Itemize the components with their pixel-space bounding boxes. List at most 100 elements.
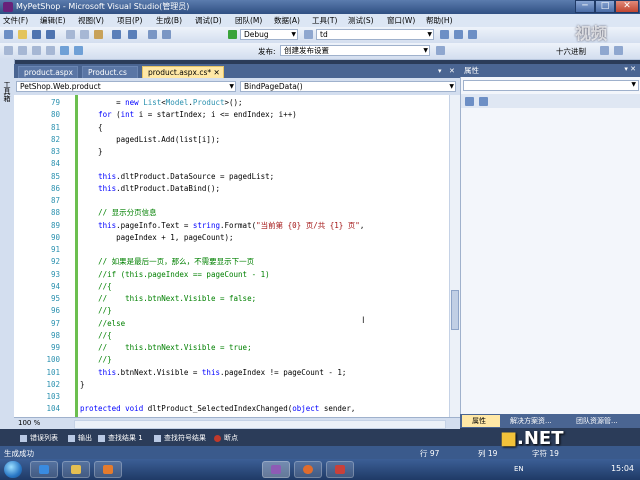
solution-explorer-icon[interactable] bbox=[454, 30, 463, 39]
toolbox-tab[interactable]: 工具箱 bbox=[2, 81, 12, 102]
code-line[interactable]: } bbox=[80, 379, 85, 391]
publish-web-icon[interactable] bbox=[436, 46, 445, 55]
taskbar-media[interactable] bbox=[94, 461, 122, 478]
undo-icon[interactable] bbox=[112, 30, 121, 39]
tab-properties[interactable]: 属性 bbox=[462, 415, 500, 427]
tab-product-aspx-cs[interactable]: product.aspx.cs* ✕ bbox=[142, 66, 224, 78]
save-icon[interactable] bbox=[32, 30, 41, 39]
code-line[interactable]: for (int i = startIndex; i <= endIndex; … bbox=[80, 109, 297, 121]
code-line[interactable]: this.dltProduct.DataSource = pagedList; bbox=[80, 171, 274, 183]
find-combo[interactable]: td ▼ bbox=[316, 29, 434, 40]
tab-find-symbol-results[interactable]: 查找符号结果 bbox=[154, 433, 206, 444]
menu-test[interactable]: 测试(S) bbox=[348, 15, 374, 26]
tab-product-cs[interactable]: Product.cs bbox=[82, 66, 138, 78]
taskbar-visual-studio[interactable] bbox=[262, 461, 290, 478]
solution-configuration-combo[interactable]: Debug ▼ bbox=[240, 29, 298, 40]
copy-icon[interactable] bbox=[80, 30, 89, 39]
comment-icon[interactable] bbox=[4, 46, 13, 55]
code-editor[interactable]: 79 80 81 82 83 84 85 86 87 88 89 90 91 92 93 94 95 96 97 98… bbox=[14, 95, 460, 417]
close-tab-icon[interactable]: ✕ bbox=[214, 68, 220, 77]
taskbar-firefox[interactable] bbox=[294, 461, 322, 478]
code-line[interactable]: //{ bbox=[80, 281, 112, 293]
new-project-icon[interactable] bbox=[4, 30, 13, 39]
horizontal-scrollbar[interactable] bbox=[74, 420, 446, 429]
code-line[interactable]: this.pageInfo.Text = string.Format("当前第 … bbox=[80, 220, 364, 232]
properties-window-icon[interactable] bbox=[468, 30, 477, 39]
bookmark-icon[interactable] bbox=[60, 46, 69, 55]
debug-window-icon[interactable] bbox=[600, 46, 609, 55]
code-line[interactable]: protected void dltProduct_SelectedIndexC… bbox=[80, 403, 355, 415]
taskbar-app[interactable] bbox=[326, 461, 354, 478]
code-line[interactable]: // this.btnNext.Visible = false; bbox=[80, 293, 256, 305]
tab-error-list[interactable]: 错误列表 bbox=[20, 433, 58, 444]
clock[interactable]: 15:04 bbox=[611, 464, 634, 473]
paste-icon[interactable] bbox=[94, 30, 103, 39]
panel-pin-icon[interactable]: ▾ ✕ bbox=[624, 65, 636, 73]
object-selector-combo[interactable]: ▼ bbox=[463, 80, 639, 91]
find-in-files-icon[interactable] bbox=[440, 30, 449, 39]
menu-edit[interactable]: 编辑(E) bbox=[40, 15, 66, 26]
menu-view[interactable]: 视图(V) bbox=[78, 15, 104, 26]
code-line[interactable]: //} bbox=[80, 305, 112, 317]
menu-data[interactable]: 数据(A) bbox=[274, 15, 300, 26]
code-line[interactable]: //{ bbox=[80, 330, 112, 342]
vertical-scrollbar[interactable] bbox=[449, 95, 460, 417]
code-line[interactable]: pageIndex + 1, pageCount); bbox=[80, 232, 233, 244]
navigate-forward-icon[interactable] bbox=[162, 30, 171, 39]
tab-team-explorer[interactable]: 团队资源管... bbox=[566, 415, 618, 427]
menu-build[interactable]: 生成(B) bbox=[156, 15, 182, 26]
member-navigation-combo[interactable]: BindPageData() ▼ bbox=[240, 81, 456, 92]
next-bookmark-icon[interactable] bbox=[74, 46, 83, 55]
menu-window[interactable]: 窗口(W) bbox=[387, 15, 415, 26]
scrollbar-thumb[interactable] bbox=[451, 290, 459, 330]
open-icon[interactable] bbox=[18, 30, 27, 39]
code-line[interactable]: // 如果是最后一页，那么，不需要显示下一页 bbox=[80, 256, 254, 268]
code-line[interactable]: this.btnNext.Visible = this.pageIndex !=… bbox=[80, 367, 346, 379]
redo-icon[interactable] bbox=[128, 30, 137, 39]
code-line[interactable]: //else bbox=[80, 318, 125, 330]
zoom-level[interactable]: 100 % bbox=[18, 419, 40, 427]
code-line[interactable]: pagedList.Add(list[i]); bbox=[80, 134, 220, 146]
close-document-icon[interactable]: ✕ bbox=[449, 67, 455, 75]
tab-solution-explorer[interactable]: 解决方案资... bbox=[500, 415, 552, 427]
minimize-button[interactable]: ─ bbox=[575, 0, 595, 13]
menu-help[interactable]: 帮助(H) bbox=[426, 15, 453, 26]
input-language[interactable]: EN bbox=[514, 465, 524, 473]
code-line[interactable]: // this.btnNext.Visible = true; bbox=[80, 342, 252, 354]
close-button[interactable]: ✕ bbox=[615, 0, 639, 13]
alphabetical-icon[interactable] bbox=[479, 97, 488, 106]
tab-output[interactable]: 输出 bbox=[68, 433, 92, 444]
categorized-icon[interactable] bbox=[465, 97, 474, 106]
code-line[interactable]: this.dltProduct.DataBind(); bbox=[80, 183, 220, 195]
tab-product-aspx[interactable]: product.aspx bbox=[18, 66, 78, 78]
outdent-icon[interactable] bbox=[46, 46, 55, 55]
indent-icon[interactable] bbox=[32, 46, 41, 55]
tab-dropdown-icon[interactable]: ▾ bbox=[438, 67, 442, 75]
start-button[interactable] bbox=[4, 461, 22, 478]
navigate-back-icon[interactable] bbox=[148, 30, 157, 39]
menu-file[interactable]: 文件(F) bbox=[3, 15, 28, 26]
code-line[interactable]: // 显示分页信息 bbox=[80, 207, 157, 219]
menu-debug[interactable]: 调试(D) bbox=[195, 15, 222, 26]
taskbar-explorer[interactable] bbox=[62, 461, 90, 478]
menu-tools[interactable]: 工具(T) bbox=[312, 15, 337, 26]
code-line[interactable]: //if (this.pageIndex == pageCount - 1) bbox=[80, 269, 270, 281]
publish-settings-combo[interactable]: 创建发布设置 ▼ bbox=[280, 45, 430, 56]
menu-team[interactable]: 团队(M) bbox=[235, 15, 262, 26]
hexadecimal-toggle[interactable]: 十六进制 bbox=[556, 46, 586, 57]
memory-window-icon[interactable] bbox=[614, 46, 623, 55]
uncomment-icon[interactable] bbox=[18, 46, 27, 55]
tab-breakpoints[interactable]: 断点 bbox=[214, 433, 238, 444]
code-line[interactable]: //} bbox=[80, 354, 112, 366]
start-debugging-icon[interactable] bbox=[228, 30, 237, 39]
taskbar-ie[interactable] bbox=[30, 461, 58, 478]
menu-project[interactable]: 项目(P) bbox=[117, 15, 142, 26]
code-line[interactable]: = new List<Model.Product>(); bbox=[80, 97, 242, 109]
tab-find-results-1[interactable]: 查找结果 1 bbox=[98, 433, 143, 444]
cut-icon[interactable] bbox=[66, 30, 75, 39]
save-all-icon[interactable] bbox=[46, 30, 55, 39]
maximize-button[interactable]: □ bbox=[595, 0, 615, 13]
code-line[interactable]: { bbox=[80, 122, 103, 134]
class-navigation-combo[interactable]: PetShop.Web.product ▼ bbox=[16, 81, 236, 92]
code-line[interactable]: } bbox=[80, 146, 103, 158]
